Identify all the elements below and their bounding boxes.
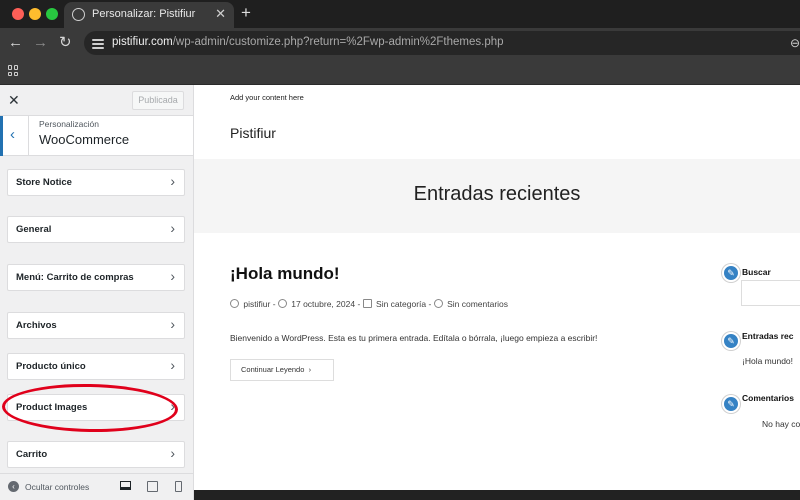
- chevron-right-icon: ›: [170, 357, 175, 373]
- tablet-preview-icon[interactable]: [147, 481, 158, 492]
- globe-icon: [72, 8, 85, 21]
- widget-search-title: Buscar: [742, 267, 771, 277]
- sidebar-header: ✕ Publicada: [0, 85, 193, 116]
- hero-title: Entradas recientes: [413, 183, 581, 205]
- back-arrow-icon[interactable]: ←: [8, 34, 23, 52]
- post-category[interactable]: Sin categoría: [376, 299, 426, 309]
- close-icon[interactable]: ✕: [8, 92, 20, 109]
- page-hero: Entradas recientes: [194, 159, 800, 233]
- chevron-right-icon: ›: [170, 173, 175, 189]
- chevron-left-icon: ‹: [10, 126, 15, 143]
- site-title[interactable]: Pistifiur: [230, 125, 276, 141]
- new-tab-button[interactable]: +: [241, 3, 251, 23]
- footer-strip: [194, 490, 800, 500]
- hide-controls-button[interactable]: Ocultar controles: [25, 482, 89, 492]
- panel-general[interactable]: General ›: [7, 216, 185, 243]
- panel-label: Menú: Carrito de compras: [16, 272, 134, 283]
- reload-icon[interactable]: ↻: [59, 34, 72, 52]
- forward-arrow-icon[interactable]: →: [33, 34, 48, 52]
- clock-icon: [277, 299, 287, 308]
- section-title: WooCommerce: [39, 132, 130, 147]
- collapse-icon[interactable]: ‹: [8, 481, 19, 492]
- panel-archives[interactable]: Archivos ›: [7, 312, 185, 339]
- header-text: Add your content here: [230, 93, 304, 102]
- widget-comments-title: Comentarios: [742, 393, 794, 403]
- post-excerpt: Bienvenido a WordPress. Esta es tu prime…: [230, 333, 598, 343]
- highlight-annotation: [1, 382, 179, 434]
- widget-recent-title: Entradas rec: [742, 331, 794, 341]
- browser-toolbar: ← → ↻ pistifiur.com/wp-admin/customize.p…: [0, 28, 800, 58]
- back-button[interactable]: ‹: [0, 116, 29, 156]
- edit-pencil-icon[interactable]: ✎: [722, 395, 740, 413]
- edit-pencil-icon[interactable]: ✎: [722, 332, 740, 350]
- tab-close-icon[interactable]: ✕: [215, 6, 226, 22]
- tab-bar: Personalizar: Pistifiur ✕ +: [0, 0, 800, 28]
- post-meta: pistifiur - 17 octubre, 2024 - Sin categ…: [230, 299, 508, 309]
- widget-comments-text: No hay co: [762, 419, 800, 429]
- chevron-right-icon: ›: [170, 445, 175, 461]
- panel-single-product[interactable]: Producto único ›: [7, 353, 185, 380]
- panel-store-notice[interactable]: Store Notice ›: [7, 169, 185, 196]
- post-title[interactable]: ¡Hola mundo!: [230, 264, 340, 284]
- panel-menu-cart[interactable]: Menú: Carrito de compras ›: [7, 264, 185, 291]
- chevron-right-icon: ›: [306, 365, 312, 374]
- post-comments[interactable]: Sin comentarios: [447, 299, 508, 309]
- publish-button[interactable]: Publicada: [132, 91, 184, 110]
- panel-label: Carrito: [16, 449, 48, 460]
- site-settings-icon[interactable]: [92, 37, 104, 49]
- comment-icon: [433, 299, 443, 308]
- post-author[interactable]: pistifiur: [243, 299, 270, 309]
- read-more-button[interactable]: Continuar Leyendo ›: [230, 359, 334, 381]
- browser-tab[interactable]: Personalizar: Pistifiur ✕: [64, 2, 234, 28]
- user-icon: [230, 299, 239, 308]
- customizer-sidebar: ✕ Publicada ‹ Personalización WooCommerc…: [0, 85, 194, 500]
- panel-label: Store Notice: [16, 177, 72, 188]
- search-input[interactable]: [741, 280, 800, 306]
- address-bar[interactable]: pistifiur.com/wp-admin/customize.php?ret…: [84, 31, 800, 55]
- tab-title: Personalizar: Pistifiur: [92, 8, 196, 20]
- chevron-right-icon: ›: [170, 316, 175, 332]
- section-header: ‹ Personalización WooCommerce: [0, 116, 193, 156]
- breadcrumb: Personalización: [39, 119, 100, 129]
- mobile-preview-icon[interactable]: [175, 481, 182, 492]
- panel-label: Archivos: [16, 320, 57, 331]
- window-maximize-button[interactable]: [46, 8, 58, 20]
- site-preview: Add your content here Pistifiur Entradas…: [194, 85, 800, 500]
- panel-label: Producto único: [16, 361, 86, 372]
- window-close-button[interactable]: [12, 8, 24, 20]
- read-more-label: Continuar Leyendo: [241, 365, 305, 374]
- zoom-icon[interactable]: ⊖: [790, 36, 800, 50]
- edit-pencil-icon[interactable]: ✎: [722, 264, 740, 282]
- folder-icon: [362, 299, 372, 308]
- sidebar-footer: ‹ Ocultar controles: [0, 473, 193, 500]
- widget-recent-item[interactable]: ¡Hola mundo!: [742, 356, 793, 366]
- chevron-right-icon: ›: [170, 268, 175, 284]
- window-minimize-button[interactable]: [29, 8, 41, 20]
- apps-grid-icon[interactable]: [8, 65, 19, 76]
- desktop-preview-icon[interactable]: [120, 481, 131, 490]
- panel-cart[interactable]: Carrito ›: [7, 441, 185, 468]
- chevron-right-icon: ›: [170, 220, 175, 236]
- panel-label: General: [16, 224, 52, 235]
- bookmarks-bar: [0, 58, 800, 85]
- url-text[interactable]: pistifiur.com/wp-admin/customize.php?ret…: [112, 36, 504, 48]
- post-date[interactable]: 17 octubre, 2024: [291, 299, 355, 309]
